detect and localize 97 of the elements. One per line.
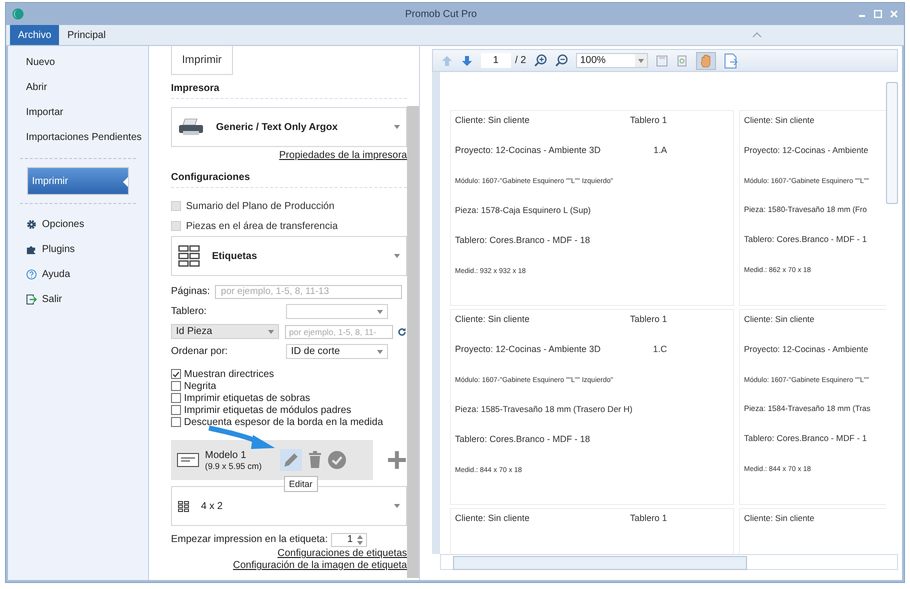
label-text: Cliente: Sin cliente xyxy=(744,513,814,523)
help-icon xyxy=(26,269,37,280)
zoom-out-icon[interactable] xyxy=(555,54,568,67)
collapse-ribbon-icon[interactable] xyxy=(752,32,762,38)
option-checkbox[interactable]: Imprimir etiquetas de módulos padres xyxy=(171,404,407,416)
label-text: Proyecto: 12-Cocinas - Ambiente xyxy=(744,344,868,354)
export-page-icon[interactable] xyxy=(724,52,738,68)
trash-icon[interactable] xyxy=(308,451,322,469)
option-checkbox[interactable]: Negrita xyxy=(171,380,407,392)
menu-item[interactable]: Plugins xyxy=(8,237,148,262)
label-text: Pieza: 1578-Caja Esquinero L (Sup) xyxy=(455,205,592,215)
app-logo-icon xyxy=(12,8,24,20)
label-model-card[interactable]: Modelo 1 (9.9 x 5.95 cm) xyxy=(171,440,374,480)
printer-properties-link[interactable]: Propiedades de la impresora xyxy=(279,150,407,161)
label-text: Tablero 1 xyxy=(630,314,667,324)
grid-icon xyxy=(178,500,189,512)
close-icon[interactable] xyxy=(890,10,898,18)
label-text: 1.A xyxy=(653,145,667,155)
label-text: Proyecto: 12-Cocinas - Ambiente xyxy=(744,145,868,155)
label-text: Cliente: Sin cliente xyxy=(455,314,530,324)
maximize-icon[interactable] xyxy=(874,10,882,18)
window-title: Promob Cut Pro xyxy=(404,8,478,20)
menu-item[interactable]: Imprimir xyxy=(27,167,129,195)
grid-icon xyxy=(178,245,200,267)
label-text: Cliente: Sin cliente xyxy=(744,115,814,125)
caret-icon[interactable] xyxy=(394,504,400,508)
page-icon[interactable] xyxy=(676,54,688,66)
caret-icon[interactable] xyxy=(377,310,383,314)
menu-item[interactable]: Importaciones Pendientes xyxy=(8,125,148,150)
filter-dropdown[interactable]: Id Pieza xyxy=(171,324,279,339)
caret-icon[interactable] xyxy=(394,254,400,258)
pencil-icon[interactable] xyxy=(280,449,302,471)
checkmark-icon xyxy=(172,370,180,378)
label-text: Tablero 1 xyxy=(630,115,667,125)
model-size: (9.9 x 5.95 cm) xyxy=(205,460,262,470)
start-spinner[interactable]: 1 xyxy=(330,532,367,546)
label-text: Tablero: Cores.Branco - MDF - 1 xyxy=(744,433,868,443)
refresh-icon[interactable] xyxy=(397,326,407,336)
board-dropdown[interactable] xyxy=(286,304,388,319)
option-checkbox[interactable]: Muestran directrices xyxy=(171,368,407,380)
page-count: / 2 xyxy=(515,55,526,66)
arrow-down-icon[interactable] xyxy=(461,54,473,66)
ribbon-tab[interactable]: Archivo xyxy=(10,25,60,45)
label-icon xyxy=(177,453,199,467)
ribbon-tab[interactable]: Principal xyxy=(59,25,114,45)
exit-icon xyxy=(26,294,37,305)
hand-tool-icon[interactable] xyxy=(696,52,716,70)
label-text: Cliente: Sin cliente xyxy=(744,314,814,324)
field-label: Páginas: xyxy=(171,286,210,297)
menu-item[interactable]: Abrir xyxy=(8,75,148,100)
arrow-up-icon[interactable] xyxy=(441,54,453,66)
field-label: Empezar impression en la etiqueta: xyxy=(171,534,328,545)
printer-icon xyxy=(178,118,204,136)
menu-item[interactable]: Opciones xyxy=(8,212,148,237)
menu-item[interactable]: Importar xyxy=(8,100,148,125)
gear-icon xyxy=(26,219,37,230)
caret-icon[interactable] xyxy=(638,58,644,62)
print-button[interactable]: Imprimir xyxy=(171,46,233,75)
layout-dropdown[interactable]: 4 x 2 xyxy=(171,486,407,526)
pages-field[interactable]: por ejemplo, 1-5, 8, 11-13 xyxy=(214,284,402,298)
label-text: Proyecto: 12-Cocinas - Ambiente 3D xyxy=(455,344,601,354)
label-text: Proyecto: 12-Cocinas - Ambiente 3D xyxy=(455,145,601,155)
label-text: Tablero 1 xyxy=(630,513,667,523)
zoom-dropdown[interactable]: 100% xyxy=(576,53,648,68)
puzzle-icon xyxy=(26,244,37,255)
report-dropdown[interactable]: Etiquetas xyxy=(171,236,407,276)
horizontal-scrollbar[interactable] xyxy=(440,554,898,570)
menu-item[interactable]: Nuevo xyxy=(8,50,148,75)
option-checkbox[interactable]: Imprimir etiquetas de sobras xyxy=(171,392,407,404)
menu-item[interactable]: Salir xyxy=(8,287,148,312)
label-text: 1.C xyxy=(652,344,667,354)
label-text: Pieza: 1585-Travesaño 18 mm (Trasero Der H) xyxy=(455,404,634,414)
zoom-in-icon[interactable] xyxy=(534,54,548,67)
label-text: Tablero: Cores.Branco - MDF - 1 xyxy=(744,234,868,244)
checkmark-icon[interactable] xyxy=(328,451,346,469)
menu-item[interactable]: Ayuda xyxy=(8,262,148,287)
field-label: Ordenar por: xyxy=(171,346,229,357)
option-checkbox[interactable]: Descuenta espesor de la borda en la medida xyxy=(171,416,407,428)
settings-link[interactable]: Configuraciones de etiquetas xyxy=(277,548,407,559)
label-text: Tablero: Cores.Branco - MDF - 18 xyxy=(455,235,592,245)
label-text: Tablero: Cores.Branco - MDF - 18 xyxy=(455,434,592,444)
model-name: Modelo 1 xyxy=(205,450,248,460)
label-text: Cliente: Sin cliente xyxy=(455,115,530,125)
printer-dropdown[interactable]: Generic / Text Only Argox xyxy=(171,107,407,147)
tooltip: Editar xyxy=(284,476,318,492)
filter-field[interactable]: por ejemplo, 1-5, 8, 11- xyxy=(285,324,393,338)
spinner-arrows-icon[interactable] xyxy=(356,534,363,544)
order-dropdown[interactable]: ID de corte xyxy=(286,344,388,359)
page-field[interactable]: 1 xyxy=(481,53,511,68)
label-text: Cliente: Sin cliente xyxy=(455,513,530,523)
save-icon[interactable] xyxy=(656,54,668,66)
plus-icon[interactable] xyxy=(387,450,407,470)
field-label: Tablero: xyxy=(171,306,208,317)
caret-icon[interactable] xyxy=(268,330,274,334)
caret-icon[interactable] xyxy=(394,125,400,129)
caret-icon[interactable] xyxy=(377,350,383,354)
settings-link[interactable]: Configuración de la imagen de etiqueta xyxy=(232,560,407,571)
